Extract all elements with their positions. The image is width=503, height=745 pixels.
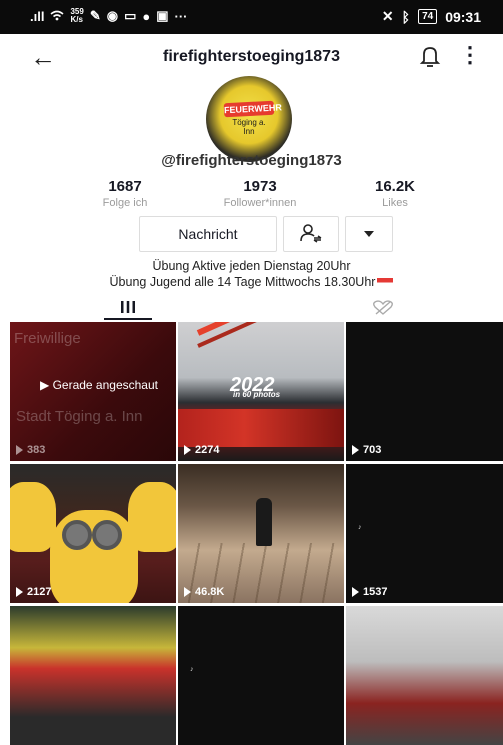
avatar-text-feuerwehr: FEUERWEHR — [223, 100, 283, 118]
video-tile[interactable]: 2022 in 60 photos 2274 — [178, 322, 344, 461]
play-icon — [184, 587, 191, 597]
stat-followers-value: 1973 — [243, 178, 277, 195]
more-options-icon[interactable]: ⋮ — [459, 42, 481, 68]
active-tab-indicator — [104, 318, 152, 320]
stat-followers[interactable]: 1973 Follower*innen — [205, 178, 315, 209]
play-icon — [16, 445, 23, 455]
bio-line-2-wrap: Übung Jugend alle 14 Tage Mittwochs 18.3… — [0, 274, 503, 290]
stat-followers-label: Follower*innen — [223, 197, 297, 209]
app-notification-icon: ✎ — [89, 8, 101, 23]
user-check-icon — [299, 223, 323, 246]
view-count: 383 — [16, 444, 45, 456]
play-icon — [16, 587, 23, 597]
goggle-shape — [92, 520, 122, 550]
stat-likes[interactable]: 16.2K Likes — [340, 178, 450, 209]
profile-actions: Nachricht — [139, 216, 393, 252]
profile-tabs — [0, 296, 503, 320]
status-left: .ıll 359 K/s ✎ ◉ ▭ ● ▣ ··· — [30, 8, 188, 24]
play-small-icon: ▶ — [40, 378, 53, 392]
view-count-value: 383 — [27, 444, 46, 456]
view-count: 46.8K — [184, 586, 224, 598]
stat-likes-label: Likes — [382, 197, 408, 209]
message-button[interactable]: Nachricht — [139, 216, 277, 252]
avatar-text-location: Töging a. Inn — [232, 118, 266, 136]
tiktok-watermark-icon: ♪ — [358, 524, 362, 531]
app-notification-icon-5: ▣ — [156, 8, 169, 23]
network-speed-unit: K/s — [70, 15, 83, 24]
video-tile[interactable]: ♪ — [178, 606, 344, 745]
view-count-value: 2274 — [195, 444, 220, 456]
username: @firefighterstoeging1873 — [161, 152, 342, 169]
tiktok-watermark-icon: ♪ — [190, 666, 194, 673]
minion-shape — [128, 482, 176, 552]
bio-line-2: Übung Jugend alle 14 Tage Mittwochs 18.3… — [109, 275, 376, 289]
video-watermark-1: Freiwillige — [14, 330, 81, 347]
fire-truck-emoji-icon — [377, 278, 394, 288]
minion-shape — [50, 510, 138, 603]
signal-icon: .ıll — [30, 8, 45, 24]
video-tile[interactable]: 2127 — [10, 464, 176, 603]
liked-hidden-tab-icon[interactable] — [372, 300, 394, 321]
view-count-value: 703 — [363, 444, 382, 456]
caret-down-icon — [364, 231, 374, 237]
bluetooth-icon: ᛒ — [401, 8, 411, 25]
video-grid: Freiwillige Stadt Töging a. Inn ▶ Gerade… — [10, 322, 503, 745]
recently-watched-label: ▶ Gerade angeschaut — [40, 378, 158, 393]
mute-icon: ✕ — [381, 8, 394, 24]
status-bar: .ıll 359 K/s ✎ ◉ ▭ ● ▣ ··· ✕ ᛒ 74 09:31 — [0, 0, 503, 34]
goggle-shape — [62, 520, 92, 550]
battery-icon: 74 — [418, 9, 438, 24]
view-count: 2127 — [16, 586, 51, 598]
video-tile[interactable] — [10, 606, 176, 745]
video-tile[interactable]: Freiwillige Stadt Töging a. Inn ▶ Gerade… — [10, 322, 176, 461]
view-count-value: 1537 — [363, 586, 388, 598]
person-shape — [256, 498, 272, 546]
bio-line-1: Übung Aktive jeden Dienstag 20Uhr — [152, 259, 351, 273]
recently-watched-text: Gerade angeschaut — [52, 378, 158, 392]
video-tile[interactable]: 703 — [346, 322, 503, 461]
stat-likes-value: 16.2K — [374, 178, 416, 195]
video-subtitle-overlay: in 60 photos — [233, 390, 281, 399]
play-icon — [184, 445, 191, 455]
play-icon — [352, 445, 359, 455]
fire-truck-shape — [178, 409, 344, 447]
video-tile[interactable]: 46.8K — [178, 464, 344, 603]
video-watermark-2: Stadt Töging a. Inn — [16, 408, 143, 425]
video-tile[interactable] — [346, 606, 503, 745]
stat-following-value: 1687 — [108, 178, 142, 195]
app-notification-icon-4: ● — [142, 8, 151, 24]
view-count: 703 — [352, 444, 381, 456]
videos-grid-tab-icon[interactable] — [120, 300, 136, 318]
view-count: 1537 — [352, 586, 387, 598]
stat-following-label: Folge ich — [102, 197, 148, 209]
dropdown-button[interactable] — [345, 216, 393, 252]
minion-shape — [10, 482, 56, 552]
video-tile[interactable]: ♪ 1537 — [346, 464, 503, 603]
profile-stats: 1687 Folge ich 1973 Follower*innen 16.2K… — [70, 178, 450, 209]
view-count-value: 46.8K — [195, 586, 225, 598]
app-notification-icon-2: ◉ — [106, 8, 119, 23]
profile-bio: Übung Aktive jeden Dienstag 20Uhr Übung … — [0, 258, 503, 290]
bell-icon[interactable] — [419, 44, 441, 73]
status-right: ✕ ᛒ 74 09:31 — [382, 8, 481, 25]
view-count: 2274 — [184, 444, 219, 456]
network-speed: 359 K/s — [70, 8, 83, 24]
avatar[interactable]: FEUERWEHR Töging a. Inn — [206, 76, 292, 162]
clock: 09:31 — [445, 8, 481, 25]
more-notifications-icon: ··· — [174, 8, 188, 24]
view-count-value: 2127 — [27, 586, 52, 598]
following-status-button[interactable] — [283, 216, 339, 252]
play-icon — [352, 587, 359, 597]
stat-following[interactable]: 1687 Folge ich — [70, 178, 180, 209]
wifi-icon — [50, 9, 64, 24]
app-notification-icon-3: ▭ — [124, 8, 137, 23]
